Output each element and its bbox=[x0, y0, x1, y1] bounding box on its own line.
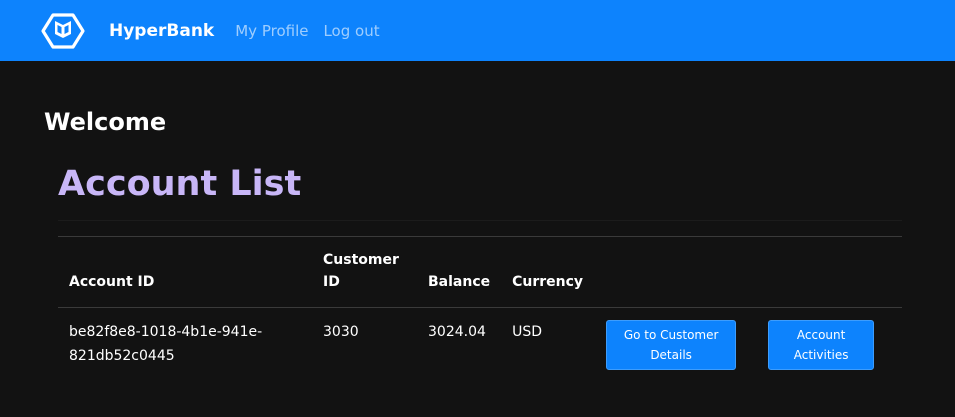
go-to-customer-details-button[interactable]: Go to Customer Details bbox=[606, 320, 737, 370]
header-actions-2 bbox=[768, 236, 902, 308]
accounts-table: Account ID Customer ID Balance Currency … bbox=[58, 236, 902, 382]
header-row: Account ID Customer ID Balance Currency bbox=[58, 236, 902, 308]
my-profile-link[interactable]: My Profile bbox=[235, 22, 308, 40]
page-title: Account List bbox=[58, 164, 302, 204]
header-customer-id: Customer ID bbox=[312, 236, 417, 308]
header-balance: Balance bbox=[417, 236, 502, 308]
header-account-id: Account ID bbox=[58, 236, 312, 308]
brand-link[interactable]: HyperBank bbox=[109, 21, 214, 41]
table-header: Account ID Customer ID Balance Currency bbox=[58, 236, 902, 308]
cell-balance: 3024.04 bbox=[428, 324, 486, 340]
header-currency: Currency bbox=[501, 236, 597, 308]
divider bbox=[58, 220, 902, 221]
table-body: be82f8e8-1018-4b1e-941e-821db52c0445 303… bbox=[58, 308, 902, 383]
cell-activities-action: Account Activities bbox=[768, 308, 902, 383]
table-row: be82f8e8-1018-4b1e-941e-821db52c0445 303… bbox=[58, 308, 902, 383]
cell-currency: USD bbox=[512, 324, 543, 340]
header-actions-1 bbox=[596, 236, 769, 308]
account-activities-button[interactable]: Account Activities bbox=[768, 320, 875, 370]
log-out-link[interactable]: Log out bbox=[323, 22, 379, 40]
cell-customer-action: Go to Customer Details bbox=[596, 308, 768, 383]
welcome-heading: Welcome bbox=[44, 108, 167, 136]
cell-customer-id: 3030 bbox=[323, 324, 359, 340]
top-navbar: HyperBank My Profile Log out bbox=[0, 0, 955, 61]
cell-account-id: be82f8e8-1018-4b1e-941e-821db52c0445 bbox=[69, 324, 263, 364]
hexagon-cube-logo-icon[interactable] bbox=[40, 12, 86, 50]
